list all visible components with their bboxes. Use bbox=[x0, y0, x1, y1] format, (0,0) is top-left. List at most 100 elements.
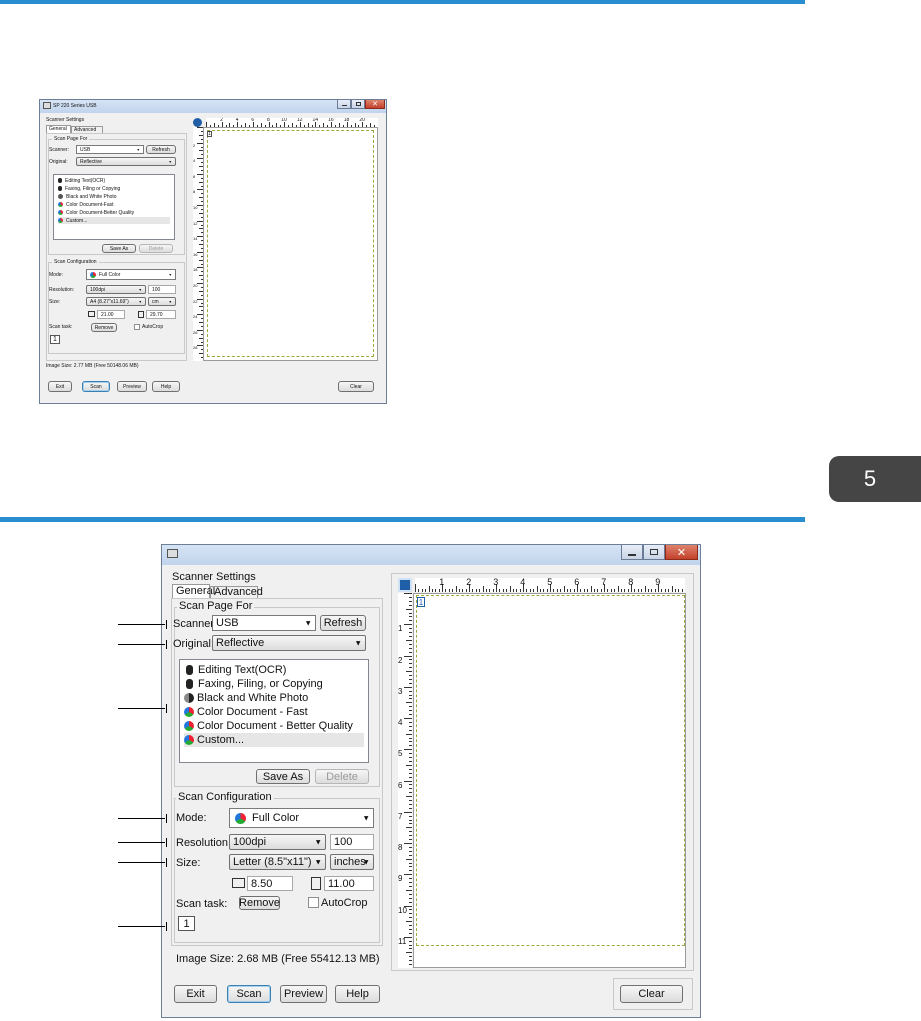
original-select[interactable]: Reflective ▼ bbox=[212, 635, 366, 651]
ruler-tick bbox=[543, 588, 545, 592]
unit-select[interactable]: inches ▼ bbox=[330, 854, 374, 870]
list-item[interactable]: Black and White Photo bbox=[184, 691, 364, 705]
scan-task-badge[interactable]: 1 bbox=[178, 916, 195, 931]
ruler-tick bbox=[610, 588, 612, 592]
height-input[interactable]: 11.00 bbox=[324, 876, 374, 891]
resolution-label: Resolution: bbox=[49, 287, 75, 293]
scan-configuration-title: Scan Configuration bbox=[52, 259, 99, 265]
tab-advanced[interactable]: Advanced bbox=[71, 126, 103, 133]
chevron-down-icon: ▼ bbox=[136, 147, 140, 152]
height-input[interactable]: 29.70 bbox=[146, 310, 176, 319]
ruler-tick bbox=[526, 588, 528, 592]
ruler-label: 2 bbox=[466, 578, 472, 587]
clear-button[interactable]: Clear bbox=[620, 985, 683, 1003]
delete-button[interactable]: Delete bbox=[315, 769, 369, 784]
list-item[interactable]: Color Document - Better Quality bbox=[184, 719, 364, 733]
ruler-tick bbox=[406, 764, 412, 766]
list-item[interactable]: Editing Text(OCR) bbox=[58, 177, 170, 184]
scanner-select[interactable]: USB ▼ bbox=[212, 615, 316, 631]
resolution-select[interactable]: 100dpi ▼ bbox=[86, 285, 146, 294]
autocrop-checkbox[interactable] bbox=[134, 324, 140, 330]
close-button[interactable]: ✕ bbox=[665, 545, 698, 560]
scan-page-for-title: Scan Page For bbox=[177, 600, 255, 612]
exit-button[interactable]: Exit bbox=[48, 381, 72, 392]
mode-select[interactable]: Full Color ▼ bbox=[229, 808, 374, 828]
ruler-tick bbox=[406, 952, 412, 954]
list-item[interactable]: Custom... bbox=[184, 733, 364, 747]
ruler-tick bbox=[607, 588, 609, 592]
maximize-button[interactable] bbox=[643, 545, 665, 560]
unit-select[interactable]: cm ▼ bbox=[148, 297, 176, 306]
ruler-label: 10 bbox=[398, 905, 407, 915]
save-as-button[interactable]: Save As bbox=[256, 769, 310, 784]
resolution-select[interactable]: 100dpi ▼ bbox=[229, 834, 326, 850]
scanner-select[interactable]: USB ▼ bbox=[76, 145, 144, 154]
remove-button[interactable]: Remove bbox=[239, 896, 280, 910]
list-item[interactable]: Custom... bbox=[58, 217, 170, 224]
save-as-button[interactable]: Save As bbox=[102, 244, 136, 253]
ruler-tick bbox=[499, 588, 501, 592]
scan-preview-area[interactable]: 1 bbox=[413, 593, 686, 968]
exit-button[interactable]: Exit bbox=[174, 985, 217, 1003]
size-select[interactable]: A4 (8.27"x11.69") ▼ bbox=[86, 297, 146, 306]
ruler-tick bbox=[408, 928, 412, 930]
scan-preview-area[interactable]: 1 bbox=[203, 127, 378, 361]
ruler-tick bbox=[482, 586, 484, 592]
resolution-label: Resolution: bbox=[176, 837, 232, 849]
ruler-tick bbox=[536, 586, 538, 592]
list-item[interactable]: Editing Text(OCR) bbox=[184, 663, 364, 677]
tab-general[interactable]: General bbox=[46, 125, 71, 133]
middle-rule bbox=[0, 517, 805, 522]
list-item[interactable]: Color Document-Better Quality bbox=[58, 209, 170, 216]
ruler-tick bbox=[408, 635, 412, 637]
scan-area-frame[interactable] bbox=[416, 595, 685, 946]
scan-button[interactable]: Scan bbox=[227, 985, 271, 1003]
scan-task-badge[interactable]: 1 bbox=[50, 335, 60, 344]
ruler-tick bbox=[455, 586, 457, 592]
close-icon: ✕ bbox=[372, 101, 378, 108]
ruler-label: 7 bbox=[601, 578, 607, 587]
chevron-down-icon: ▼ bbox=[138, 287, 142, 292]
ruler-tick bbox=[408, 897, 412, 899]
close-button[interactable]: ✕ bbox=[365, 100, 385, 109]
ruler-tick bbox=[403, 811, 412, 813]
ruler-label: 26 bbox=[193, 329, 198, 335]
list-item[interactable]: Faxing, Filing or Copying bbox=[58, 185, 170, 192]
tab-advanced[interactable]: Advanced bbox=[210, 586, 263, 598]
help-button[interactable]: Help bbox=[152, 381, 180, 392]
mode-value: Full Color bbox=[252, 812, 300, 824]
maximize-button[interactable] bbox=[351, 100, 365, 109]
list-item[interactable]: Black and White Photo bbox=[58, 193, 170, 200]
size-select[interactable]: Letter (8.5"x11") ▼ bbox=[229, 854, 326, 870]
list-item[interactable]: Color Document - Fast bbox=[184, 705, 364, 719]
ruler-label: 3 bbox=[493, 578, 499, 587]
scan-area-frame[interactable] bbox=[207, 130, 374, 357]
remove-button[interactable]: Remove bbox=[91, 323, 117, 332]
preview-button[interactable]: Preview bbox=[117, 381, 147, 392]
preset-list[interactable]: Editing Text(OCR) Faxing, Filing, or Cop… bbox=[179, 659, 369, 763]
minimize-button[interactable] bbox=[621, 545, 643, 560]
tab-general[interactable]: General bbox=[172, 584, 215, 598]
preset-list[interactable]: Editing Text(OCR) Faxing, Filing or Copy… bbox=[53, 174, 175, 240]
refresh-button[interactable]: Refresh bbox=[320, 615, 366, 631]
ruler-tick bbox=[406, 827, 412, 829]
list-item[interactable]: Faxing, Filing, or Copying bbox=[184, 677, 364, 691]
refresh-button[interactable]: Refresh bbox=[146, 145, 176, 154]
mode-select[interactable]: Full Color ▼ bbox=[86, 269, 176, 280]
delete-button[interactable]: Delete bbox=[139, 244, 173, 253]
app-icon bbox=[167, 549, 178, 558]
grayscale-icon bbox=[186, 679, 193, 689]
resolution-input[interactable]: 100 bbox=[148, 285, 176, 294]
scan-button[interactable]: Scan bbox=[82, 381, 110, 392]
width-input[interactable]: 21.00 bbox=[97, 310, 125, 319]
clear-button[interactable]: Clear bbox=[338, 381, 374, 392]
original-select[interactable]: Reflective ▼ bbox=[76, 157, 176, 166]
list-item[interactable]: Color Document-Fast bbox=[58, 201, 170, 208]
minimize-button[interactable] bbox=[337, 100, 351, 109]
width-input[interactable]: 8.50 bbox=[247, 876, 293, 891]
resolution-input[interactable]: 100 bbox=[330, 834, 374, 850]
preview-button[interactable]: Preview bbox=[280, 985, 327, 1003]
help-button[interactable]: Help bbox=[335, 985, 380, 1003]
black-white-icon bbox=[184, 693, 194, 703]
autocrop-checkbox[interactable] bbox=[308, 897, 319, 908]
